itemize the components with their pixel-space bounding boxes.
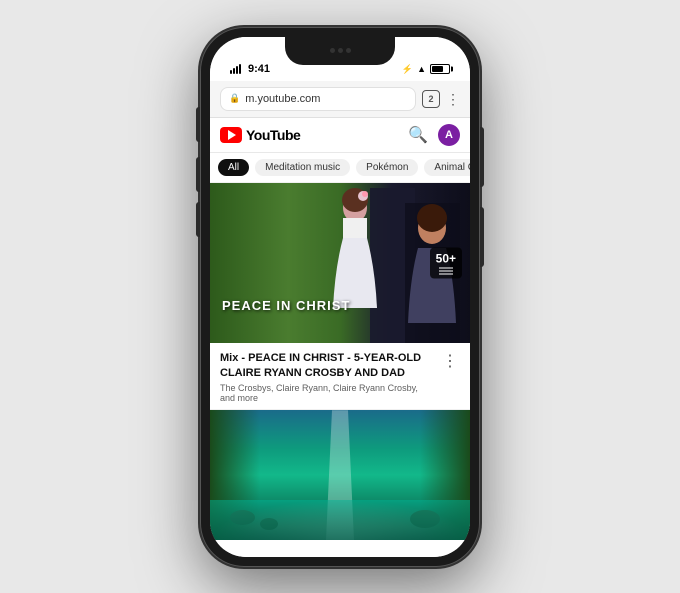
battery-icon <box>430 64 450 74</box>
filter-chip-all[interactable]: All <box>218 159 249 176</box>
youtube-header: YouTube 🔍 A <box>210 118 470 153</box>
thumbnail-figure <box>325 188 415 343</box>
browser-bar: 🔒 m.youtube.com 2 ⋮ <box>210 81 470 118</box>
filter-chips-bar: All Meditation music Pokémon Animal Cros… <box>210 153 470 183</box>
content-area: PEACE IN CHRIST 50+ Mix - PEACE IN CHRIS… <box>210 183 470 557</box>
video-more-button-1[interactable]: ⋮ <box>440 351 460 404</box>
lock-icon: 🔒 <box>229 93 240 104</box>
wifi-icon: ▲ <box>417 64 426 74</box>
video-details-1: Mix - PEACE IN CHRIST - 5-YEAR-OLD CLAIR… <box>220 351 434 404</box>
youtube-icon <box>220 127 242 143</box>
battery-fill <box>432 66 443 72</box>
youtube-play-icon <box>228 130 236 140</box>
status-right: ⚡ ▲ <box>402 64 450 75</box>
video-thumbnail-1[interactable]: PEACE IN CHRIST 50+ <box>210 183 470 343</box>
filter-chip-meditation[interactable]: Meditation music <box>255 159 350 176</box>
playlist-line <box>439 267 453 268</box>
filter-chip-pokemon[interactable]: Pokémon <box>356 159 418 176</box>
tab-count-badge[interactable]: 2 <box>422 90 440 108</box>
search-button[interactable]: 🔍 <box>408 125 428 145</box>
notch-dot <box>330 48 335 53</box>
signal-bar <box>230 70 232 74</box>
phone-screen: 9:41 ⚡ ▲ 🔒 m.youtube.com 2 ⋮ <box>210 37 470 557</box>
playlist-line <box>439 273 453 274</box>
status-time: 9:41 <box>248 63 270 75</box>
signal-bars-icon <box>230 64 241 74</box>
url-bar[interactable]: 🔒 m.youtube.com <box>220 87 416 111</box>
signal-bar <box>233 68 235 74</box>
status-bar: 9:41 ⚡ ▲ <box>210 37 470 81</box>
youtube-wordmark: YouTube <box>246 127 300 143</box>
signal-bar <box>239 64 241 74</box>
video-title-1: Mix - PEACE IN CHRIST - 5-YEAR-OLD CLAIR… <box>220 351 434 382</box>
notch-dots <box>330 48 351 53</box>
playlist-badge: 50+ <box>430 247 462 278</box>
video-thumbnail-2[interactable] <box>210 410 470 540</box>
signal-bar <box>236 66 238 74</box>
playlist-line <box>439 270 453 271</box>
browser-more-button[interactable]: ⋮ <box>446 92 460 106</box>
status-left: 9:41 <box>230 63 270 75</box>
video-info-1: Mix - PEACE IN CHRIST - 5-YEAR-OLD CLAIR… <box>210 343 470 411</box>
water-surface <box>210 500 470 540</box>
notch-dot <box>346 48 351 53</box>
thumbnail-title-text: PEACE IN CHRIST <box>222 298 350 313</box>
filter-chip-animal-cross[interactable]: Animal Cross <box>424 159 470 176</box>
notch <box>285 37 395 65</box>
notch-dot <box>338 48 343 53</box>
url-text: m.youtube.com <box>245 93 407 105</box>
video-meta-1: The Crosbys, Claire Ryann, Claire Ryann … <box>220 383 434 403</box>
bluetooth-icon: ⚡ <box>402 64 413 75</box>
youtube-logo[interactable]: YouTube <box>220 127 300 143</box>
youtube-actions: 🔍 A <box>408 124 460 146</box>
user-avatar[interactable]: A <box>438 124 460 146</box>
phone-mockup: 9:41 ⚡ ▲ 🔒 m.youtube.com 2 ⋮ <box>200 27 480 567</box>
playlist-count: 50+ <box>436 251 456 265</box>
playlist-lines-icon <box>436 267 456 274</box>
